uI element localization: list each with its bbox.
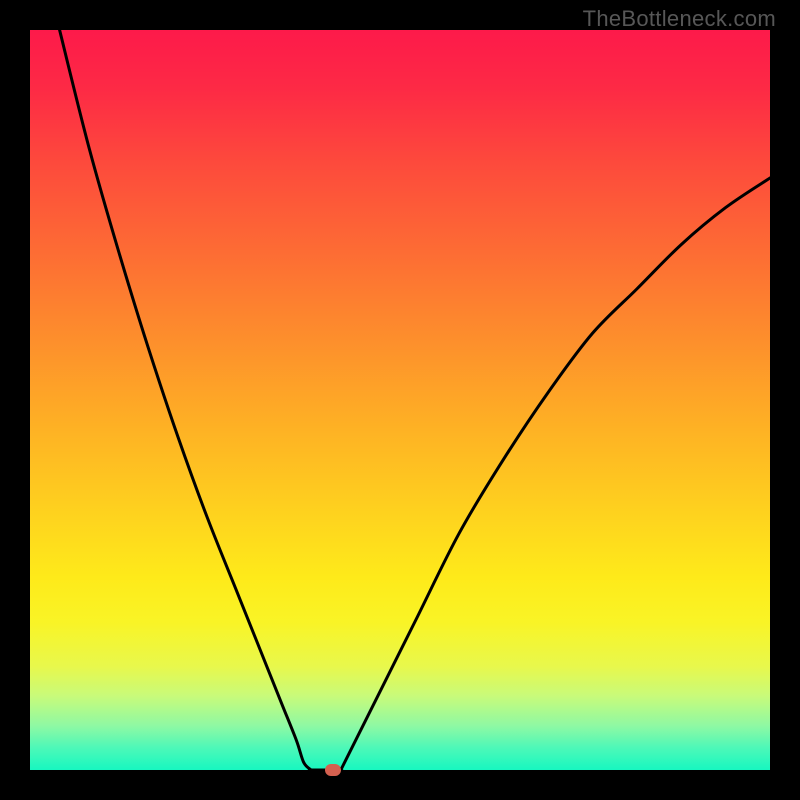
curve-layer	[30, 30, 770, 770]
watermark-text: TheBottleneck.com	[583, 6, 776, 32]
bottleneck-curve	[60, 30, 770, 774]
chart-frame: TheBottleneck.com	[0, 0, 800, 800]
plot-area	[30, 30, 770, 770]
optimum-marker	[325, 764, 341, 776]
